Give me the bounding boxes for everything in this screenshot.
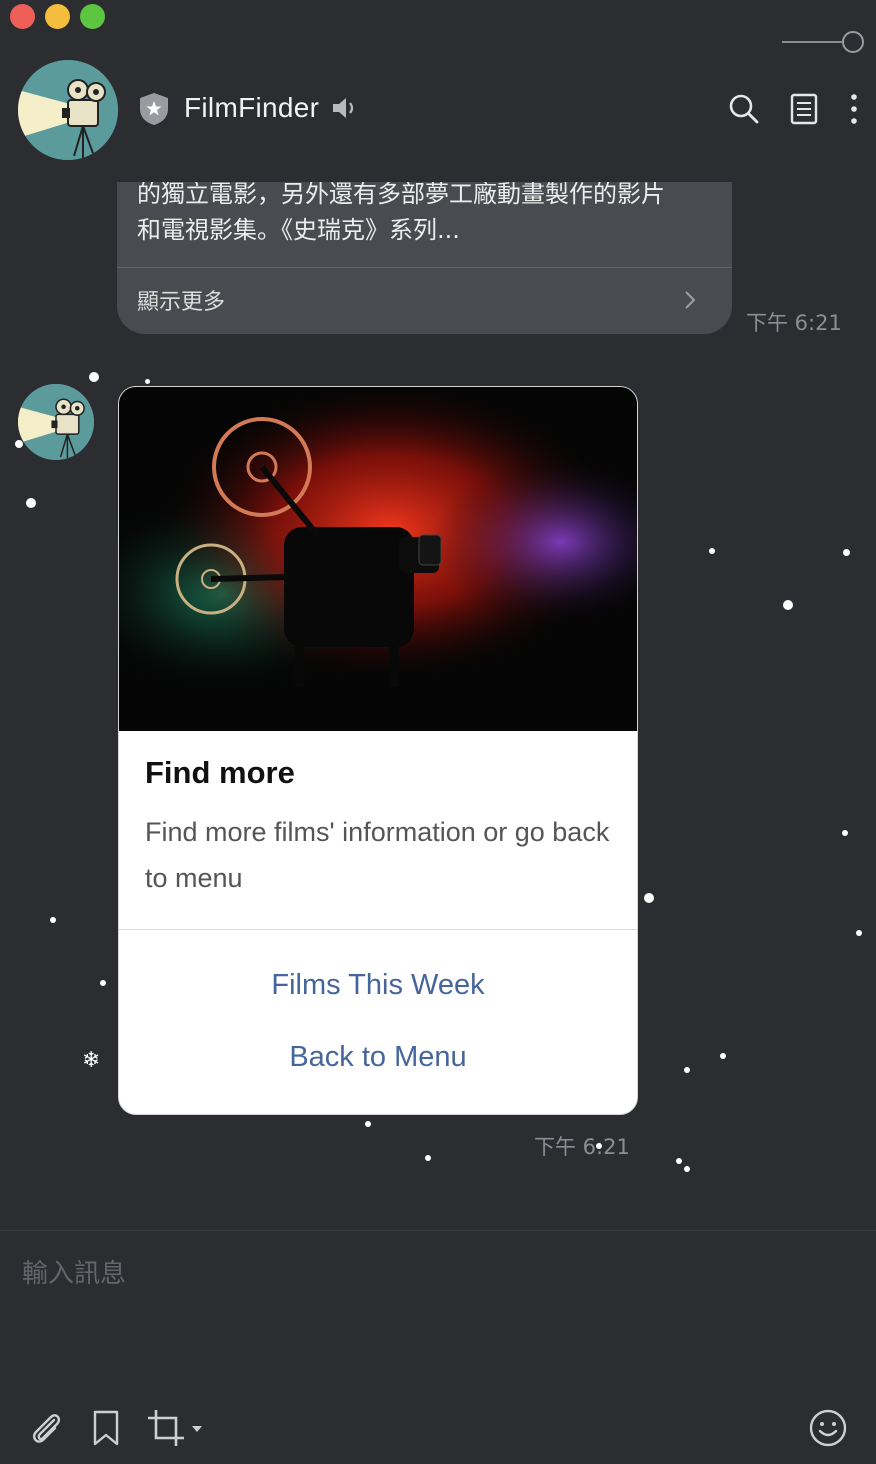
snowflake [596, 1143, 602, 1149]
snowflake [644, 893, 654, 903]
sender-avatar[interactable] [18, 384, 94, 460]
snowflake [26, 498, 36, 508]
snowflake [15, 440, 23, 448]
chat-avatar[interactable] [18, 60, 118, 160]
snowflake [856, 930, 862, 936]
divider [119, 929, 637, 930]
more-vertical-icon[interactable] [837, 92, 871, 126]
notes-icon[interactable] [787, 92, 821, 126]
message-input[interactable] [0, 1231, 876, 1391]
chat-title: FilmFinder [184, 92, 320, 123]
films-this-week-button[interactable]: Films This Week [119, 969, 637, 1002]
snowflake [684, 1166, 690, 1172]
message-bubble: 的獨立電影，另外還有多部夢工廠動畫製作的影片 和電視影集。《史瑞克》系列... … [117, 182, 732, 334]
snowflake [843, 549, 850, 556]
zoom-slider-track [782, 41, 844, 43]
snowflake [89, 372, 99, 382]
zoom-slider-knob[interactable] [842, 31, 864, 53]
message-timestamp: 下午 6:21 [746, 311, 842, 335]
template-card: Find more Find more films' information o… [118, 386, 638, 1115]
shield-star-icon [140, 93, 168, 125]
window-controls [10, 4, 105, 29]
back-to-menu-button[interactable]: Back to Menu [119, 1041, 637, 1074]
snowflake [783, 600, 793, 610]
chevron-right-icon[interactable] [682, 288, 698, 312]
message-text-line: 和電視影集。《史瑞克》系列... [137, 216, 460, 244]
bookmark-icon[interactable] [86, 1408, 126, 1448]
maximize-window-button[interactable] [80, 4, 105, 29]
chat-header: FilmFinder [0, 58, 876, 162]
snowflake-icon: ❄ [82, 1047, 101, 1072]
speaker-icon[interactable] [330, 94, 358, 122]
show-more-link[interactable]: 顯示更多 [137, 284, 225, 316]
message-timestamp: 下午 6:21 [534, 1135, 630, 1159]
message-text-line: 的獨立電影，另外還有多部夢工廠動畫製作的影片 [137, 182, 665, 208]
snowflake [50, 917, 56, 923]
minimize-window-button[interactable] [45, 4, 70, 29]
close-window-button[interactable] [10, 4, 35, 29]
snowflake [145, 379, 150, 384]
snowflake [684, 1067, 690, 1073]
message-text: 的獨立電影，另外還有多部夢工廠動畫製作的影片 和電視影集。《史瑞克》系列... [137, 182, 717, 248]
snowflake [365, 1121, 371, 1127]
snowflake [425, 1155, 431, 1161]
snowflake [720, 1053, 726, 1059]
card-title: Find more [145, 755, 295, 790]
divider [117, 267, 732, 268]
projector-image [119, 387, 637, 731]
snowflake [709, 548, 715, 554]
snowflake [100, 980, 106, 986]
emoji-icon[interactable] [808, 1408, 848, 1448]
snowflake [676, 1158, 682, 1164]
zoom-slider[interactable] [782, 30, 868, 54]
attach-icon[interactable] [26, 1408, 66, 1448]
crop-icon[interactable] [146, 1408, 206, 1448]
search-icon[interactable] [727, 92, 761, 126]
card-description: Find more films' information or go back … [145, 817, 610, 893]
snowflake [842, 830, 848, 836]
